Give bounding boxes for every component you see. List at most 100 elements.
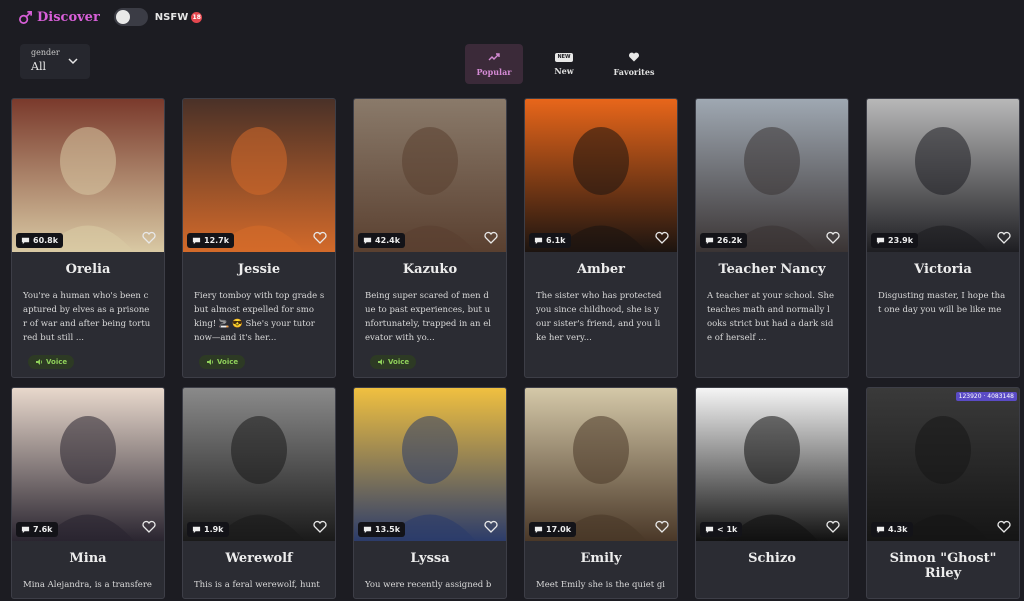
chat-bubble-icon xyxy=(363,237,372,245)
gender-select-value: All xyxy=(31,60,46,73)
voice-label: Voice xyxy=(388,358,410,366)
character-card[interactable]: 12.7k Jessie Fiery tomboy with top grade s… xyxy=(182,98,336,378)
gender-select-label: gender xyxy=(31,48,60,57)
character-card[interactable]: 60.8k Orelia You're a human who's been c a… xyxy=(11,98,165,378)
chat-bubble-icon xyxy=(21,237,30,245)
chat-count: < 1k xyxy=(717,525,738,534)
chat-count-badge: 13.5k xyxy=(358,522,406,537)
chat-count-badge: 17.0k xyxy=(529,522,577,537)
chat-bubble-icon xyxy=(534,526,543,534)
favorite-heart-icon[interactable] xyxy=(655,520,669,533)
tab-favorites[interactable]: Favorites xyxy=(605,44,663,84)
character-name: Schizo xyxy=(748,551,796,566)
character-image[interactable]: 12.7k xyxy=(183,99,335,252)
character-name: Mina xyxy=(69,551,107,566)
nsfw-toggle[interactable] xyxy=(113,8,148,26)
character-name: Teacher Nancy xyxy=(718,262,826,277)
favorite-heart-icon[interactable] xyxy=(826,520,840,533)
chat-count: 17.0k xyxy=(546,525,572,534)
tab-new[interactable]: NEW New xyxy=(535,44,593,84)
tab-popular-label: Popular xyxy=(476,67,512,77)
character-card[interactable]: 26.2k Teacher Nancy A teacher at your scho… xyxy=(695,98,849,378)
chat-count: 60.8k xyxy=(33,236,59,245)
chat-count-badge: 7.6k xyxy=(16,522,58,537)
chat-bubble-icon xyxy=(876,526,885,534)
tab-popular[interactable]: Popular xyxy=(465,44,523,84)
chat-count-badge: 6.1k xyxy=(529,233,571,248)
voice-label: Voice xyxy=(217,358,239,366)
character-image[interactable]: 60.8k xyxy=(12,99,164,252)
tab-favorites-label: Favorites xyxy=(613,67,655,77)
character-description: Meet Emily she is the quiet gi xyxy=(536,580,666,590)
favorite-heart-icon[interactable] xyxy=(997,520,1011,533)
character-portrait xyxy=(867,388,1019,541)
character-description: Fiery tomboy with top grade s but almost… xyxy=(194,291,325,343)
character-description: You were recently assigned b xyxy=(365,580,492,590)
character-image[interactable]: < 1k xyxy=(696,388,848,541)
chat-bubble-icon xyxy=(192,237,201,245)
favorite-heart-icon[interactable] xyxy=(826,231,840,244)
chat-bubble-icon xyxy=(363,526,372,534)
character-image[interactable]: 42.4k xyxy=(354,99,506,252)
character-card[interactable]: 42.4k Kazuko Being super scared of men d u… xyxy=(353,98,507,378)
chat-count-badge: 1.9k xyxy=(187,522,229,537)
character-portrait xyxy=(354,388,506,541)
character-name: Emily xyxy=(580,551,622,566)
character-card[interactable]: 17.0k Emily Meet Emily she is the quiet gi xyxy=(524,387,678,599)
favorite-heart-icon[interactable] xyxy=(313,520,327,533)
character-description: You're a human who's been c aptured by e… xyxy=(23,291,151,343)
chat-count: 4.3k xyxy=(888,525,908,534)
character-description: This is a feral werewolf, hunt xyxy=(194,580,320,590)
favorite-heart-icon[interactable] xyxy=(655,231,669,244)
age-18-badge: 18 xyxy=(191,11,203,23)
speaker-icon xyxy=(378,359,384,365)
new-badge-icon: NEW xyxy=(555,52,573,62)
gender-select[interactable]: gender All xyxy=(20,44,90,79)
character-description: A teacher at your school. She teaches ma… xyxy=(707,291,835,343)
character-image[interactable]: 1.9k xyxy=(183,388,335,541)
trending-icon xyxy=(488,53,500,61)
chat-count: 7.6k xyxy=(33,525,53,534)
character-image[interactable]: 13.5k xyxy=(354,388,506,541)
character-name: Lyssa xyxy=(410,551,450,566)
character-image[interactable]: 6.1k xyxy=(525,99,677,252)
favorite-heart-icon[interactable] xyxy=(484,520,498,533)
chat-count: 13.5k xyxy=(375,525,401,534)
character-name: Kazuko xyxy=(402,262,458,277)
nsfw-label: NSFW xyxy=(154,11,189,23)
chat-count: 6.1k xyxy=(546,236,566,245)
character-name: Simon "Ghost" Riley xyxy=(889,551,997,581)
character-card[interactable]: < 1k Schizo xyxy=(695,387,849,599)
character-image[interactable]: 23.9k xyxy=(867,99,1019,252)
character-card[interactable]: 13.5k Lyssa You were recently assigned b xyxy=(353,387,507,599)
discover-link[interactable]: Discover xyxy=(18,10,100,25)
favorite-heart-icon[interactable] xyxy=(484,231,498,244)
character-card[interactable]: 6.1k Amber The sister who has protected yo… xyxy=(524,98,678,378)
character-card[interactable]: 1.9k Werewolf This is a feral werewolf, hu… xyxy=(182,387,336,599)
chat-count-badge: < 1k xyxy=(700,522,743,537)
chat-count-badge: 42.4k xyxy=(358,233,406,248)
character-name: Werewolf xyxy=(225,551,293,566)
character-image[interactable]: 17.0k xyxy=(525,388,677,541)
character-card[interactable]: 23.9k Victoria Disgusting master, I hope t… xyxy=(866,98,1020,378)
character-portrait xyxy=(696,99,848,252)
character-portrait xyxy=(183,99,335,252)
character-portrait xyxy=(525,388,677,541)
character-description: Being super scared of men d ue to past e… xyxy=(365,291,491,343)
chat-count: 26.2k xyxy=(717,236,743,245)
character-portrait xyxy=(12,99,164,252)
character-card[interactable]: 7.6k Mina Mina Alejandra, is a transfere xyxy=(11,387,165,599)
favorite-heart-icon[interactable] xyxy=(142,520,156,533)
toggle-knob xyxy=(115,10,130,24)
chat-bubble-icon xyxy=(21,526,30,534)
favorite-heart-icon[interactable] xyxy=(997,231,1011,244)
character-image[interactable]: 7.6k xyxy=(12,388,164,541)
favorite-heart-icon[interactable] xyxy=(313,231,327,244)
top-bar: Discover NSFW 18 xyxy=(18,6,203,28)
favorite-heart-icon[interactable] xyxy=(142,231,156,244)
character-portrait xyxy=(867,99,1019,252)
character-image[interactable]: 26.2k xyxy=(696,99,848,252)
character-card[interactable]: 123920 · 4083148 4.3k Simon "Ghost" Riley xyxy=(866,387,1020,599)
chat-bubble-icon xyxy=(192,526,201,534)
character-image[interactable]: 123920 · 4083148 4.3k xyxy=(867,388,1019,541)
